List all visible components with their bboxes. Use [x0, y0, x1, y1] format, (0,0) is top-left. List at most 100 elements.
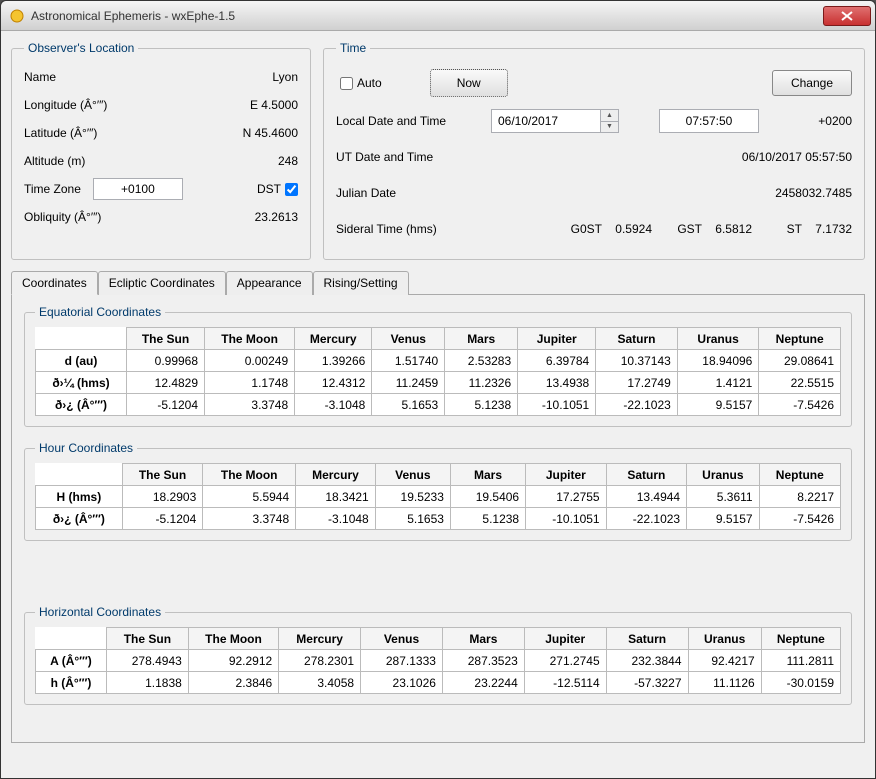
name-label: Name	[24, 70, 56, 84]
cell: -5.1204	[122, 508, 202, 530]
tab-content: Equatorial Coordinates The SunThe MoonMe…	[11, 295, 865, 743]
row-header: h (Â°′″)	[36, 672, 107, 694]
cell: 0.99968	[126, 350, 204, 372]
cell: 5.5944	[203, 486, 296, 508]
tab-rising-setting[interactable]: Rising/Setting	[313, 271, 409, 295]
sidereal-values: G0ST0.5924 GST6.5812 ST7.1732	[564, 222, 852, 236]
col-header: The Sun	[106, 628, 188, 650]
tab-ecliptic[interactable]: Ecliptic Coordinates	[98, 271, 226, 295]
cell: 3.3748	[205, 394, 295, 416]
cell: 11.2459	[372, 372, 445, 394]
observer-panel: Observer's Location NameLyon Longitude (…	[11, 41, 311, 260]
cell: 1.1838	[106, 672, 188, 694]
dst-checkbox[interactable]	[285, 183, 298, 196]
timezone-label: Time Zone	[24, 182, 81, 196]
cell: 19.5406	[450, 486, 525, 508]
cell: 3.3748	[203, 508, 296, 530]
julian-date-label: Julian Date	[336, 186, 481, 200]
julian-date-value: 2458032.7485	[775, 186, 852, 200]
cell: -57.3227	[606, 672, 688, 694]
col-header: Jupiter	[524, 628, 606, 650]
col-header: The Moon	[203, 464, 296, 486]
row-header: d (au)	[36, 350, 127, 372]
cell: 12.4312	[295, 372, 372, 394]
cell: -22.1023	[596, 394, 678, 416]
cell: -7.5426	[759, 508, 840, 530]
close-button[interactable]	[823, 6, 871, 26]
cell: -7.5426	[759, 394, 841, 416]
col-header: Neptune	[761, 628, 840, 650]
cell: 1.4121	[677, 372, 759, 394]
cell: 2.3846	[188, 672, 278, 694]
cell: 19.5233	[375, 486, 450, 508]
col-header: Uranus	[677, 328, 759, 350]
now-button[interactable]: Now	[430, 69, 508, 97]
auto-checkbox[interactable]	[340, 77, 353, 90]
cell: 9.5157	[677, 394, 759, 416]
horizontal-table: The SunThe MoonMercuryVenusMarsJupiterSa…	[35, 627, 841, 694]
cell: 17.2755	[526, 486, 607, 508]
hour-table: The SunThe MoonMercuryVenusMarsJupiterSa…	[35, 463, 841, 530]
titlebar[interactable]: Astronomical Ephemeris - wxEphe-1.5	[1, 1, 875, 31]
cell: 10.37143	[596, 350, 678, 372]
col-header: Saturn	[606, 464, 687, 486]
timezone-input[interactable]	[93, 178, 183, 200]
cell: 5.1238	[450, 508, 525, 530]
date-spinner[interactable]: ▲▼	[601, 109, 619, 133]
time-panel: Time Auto Now Change Local Date and Time…	[323, 41, 865, 260]
local-date-input[interactable]: 06/10/2017	[491, 109, 601, 133]
row-header: ð›¿ (Â°′″)	[36, 394, 127, 416]
auto-label: Auto	[357, 76, 382, 90]
col-header: Uranus	[687, 464, 759, 486]
window-title: Astronomical Ephemeris - wxEphe-1.5	[31, 9, 823, 23]
horizontal-legend: Horizontal Coordinates	[35, 605, 165, 619]
tab-appearance[interactable]: Appearance	[226, 271, 313, 295]
obliquity-label: Obliquity (Â°′″)	[24, 210, 101, 224]
row-header: H (hms)	[36, 486, 123, 508]
horizontal-panel: Horizontal Coordinates The SunThe MoonMe…	[24, 605, 852, 705]
col-header: Saturn	[596, 328, 678, 350]
spinner-down-icon: ▼	[601, 122, 618, 133]
cell: 13.4938	[518, 372, 596, 394]
cell: 11.1126	[688, 672, 761, 694]
cell: 271.2745	[524, 650, 606, 672]
col-header: Mars	[445, 328, 518, 350]
cell: 278.2301	[279, 650, 361, 672]
obliquity-value: 23.2613	[255, 210, 298, 224]
ut-datetime-value: 06/10/2017 05:57:50	[742, 150, 852, 164]
cell: 278.4943	[106, 650, 188, 672]
cell: 111.2811	[761, 650, 840, 672]
auto-checkbox-wrap[interactable]: Auto	[336, 76, 382, 90]
col-header: Uranus	[688, 628, 761, 650]
local-time-input[interactable]: 07:57:50	[659, 109, 759, 133]
name-value: Lyon	[272, 70, 298, 84]
cell: -3.1048	[295, 394, 372, 416]
col-header: Mars	[442, 628, 524, 650]
col-header: Mercury	[295, 328, 372, 350]
cell: 18.94096	[677, 350, 759, 372]
spinner-up-icon: ▲	[601, 110, 618, 122]
cell: 23.2244	[442, 672, 524, 694]
tab-bar: Coordinates Ecliptic Coordinates Appeara…	[11, 270, 865, 295]
col-header: Neptune	[759, 464, 840, 486]
col-header: Jupiter	[518, 328, 596, 350]
cell: -10.1051	[518, 394, 596, 416]
cell: 2.53283	[445, 350, 518, 372]
altitude-value: 248	[278, 154, 298, 168]
observer-legend: Observer's Location	[24, 41, 138, 55]
longitude-value: E 4.5000	[250, 98, 298, 112]
tab-coordinates[interactable]: Coordinates	[11, 271, 98, 295]
time-legend: Time	[336, 41, 370, 55]
change-button[interactable]: Change	[772, 70, 852, 96]
cell: 23.1026	[361, 672, 443, 694]
hour-legend: Hour Coordinates	[35, 441, 137, 455]
equatorial-panel: Equatorial Coordinates The SunThe MoonMe…	[24, 305, 852, 427]
col-header: The Sun	[126, 328, 204, 350]
cell: 12.4829	[126, 372, 204, 394]
cell: 13.4944	[606, 486, 687, 508]
cell: -22.1023	[606, 508, 687, 530]
cell: 287.1333	[361, 650, 443, 672]
col-header: The Moon	[205, 328, 295, 350]
cell: 29.08641	[759, 350, 841, 372]
cell: 11.2326	[445, 372, 518, 394]
